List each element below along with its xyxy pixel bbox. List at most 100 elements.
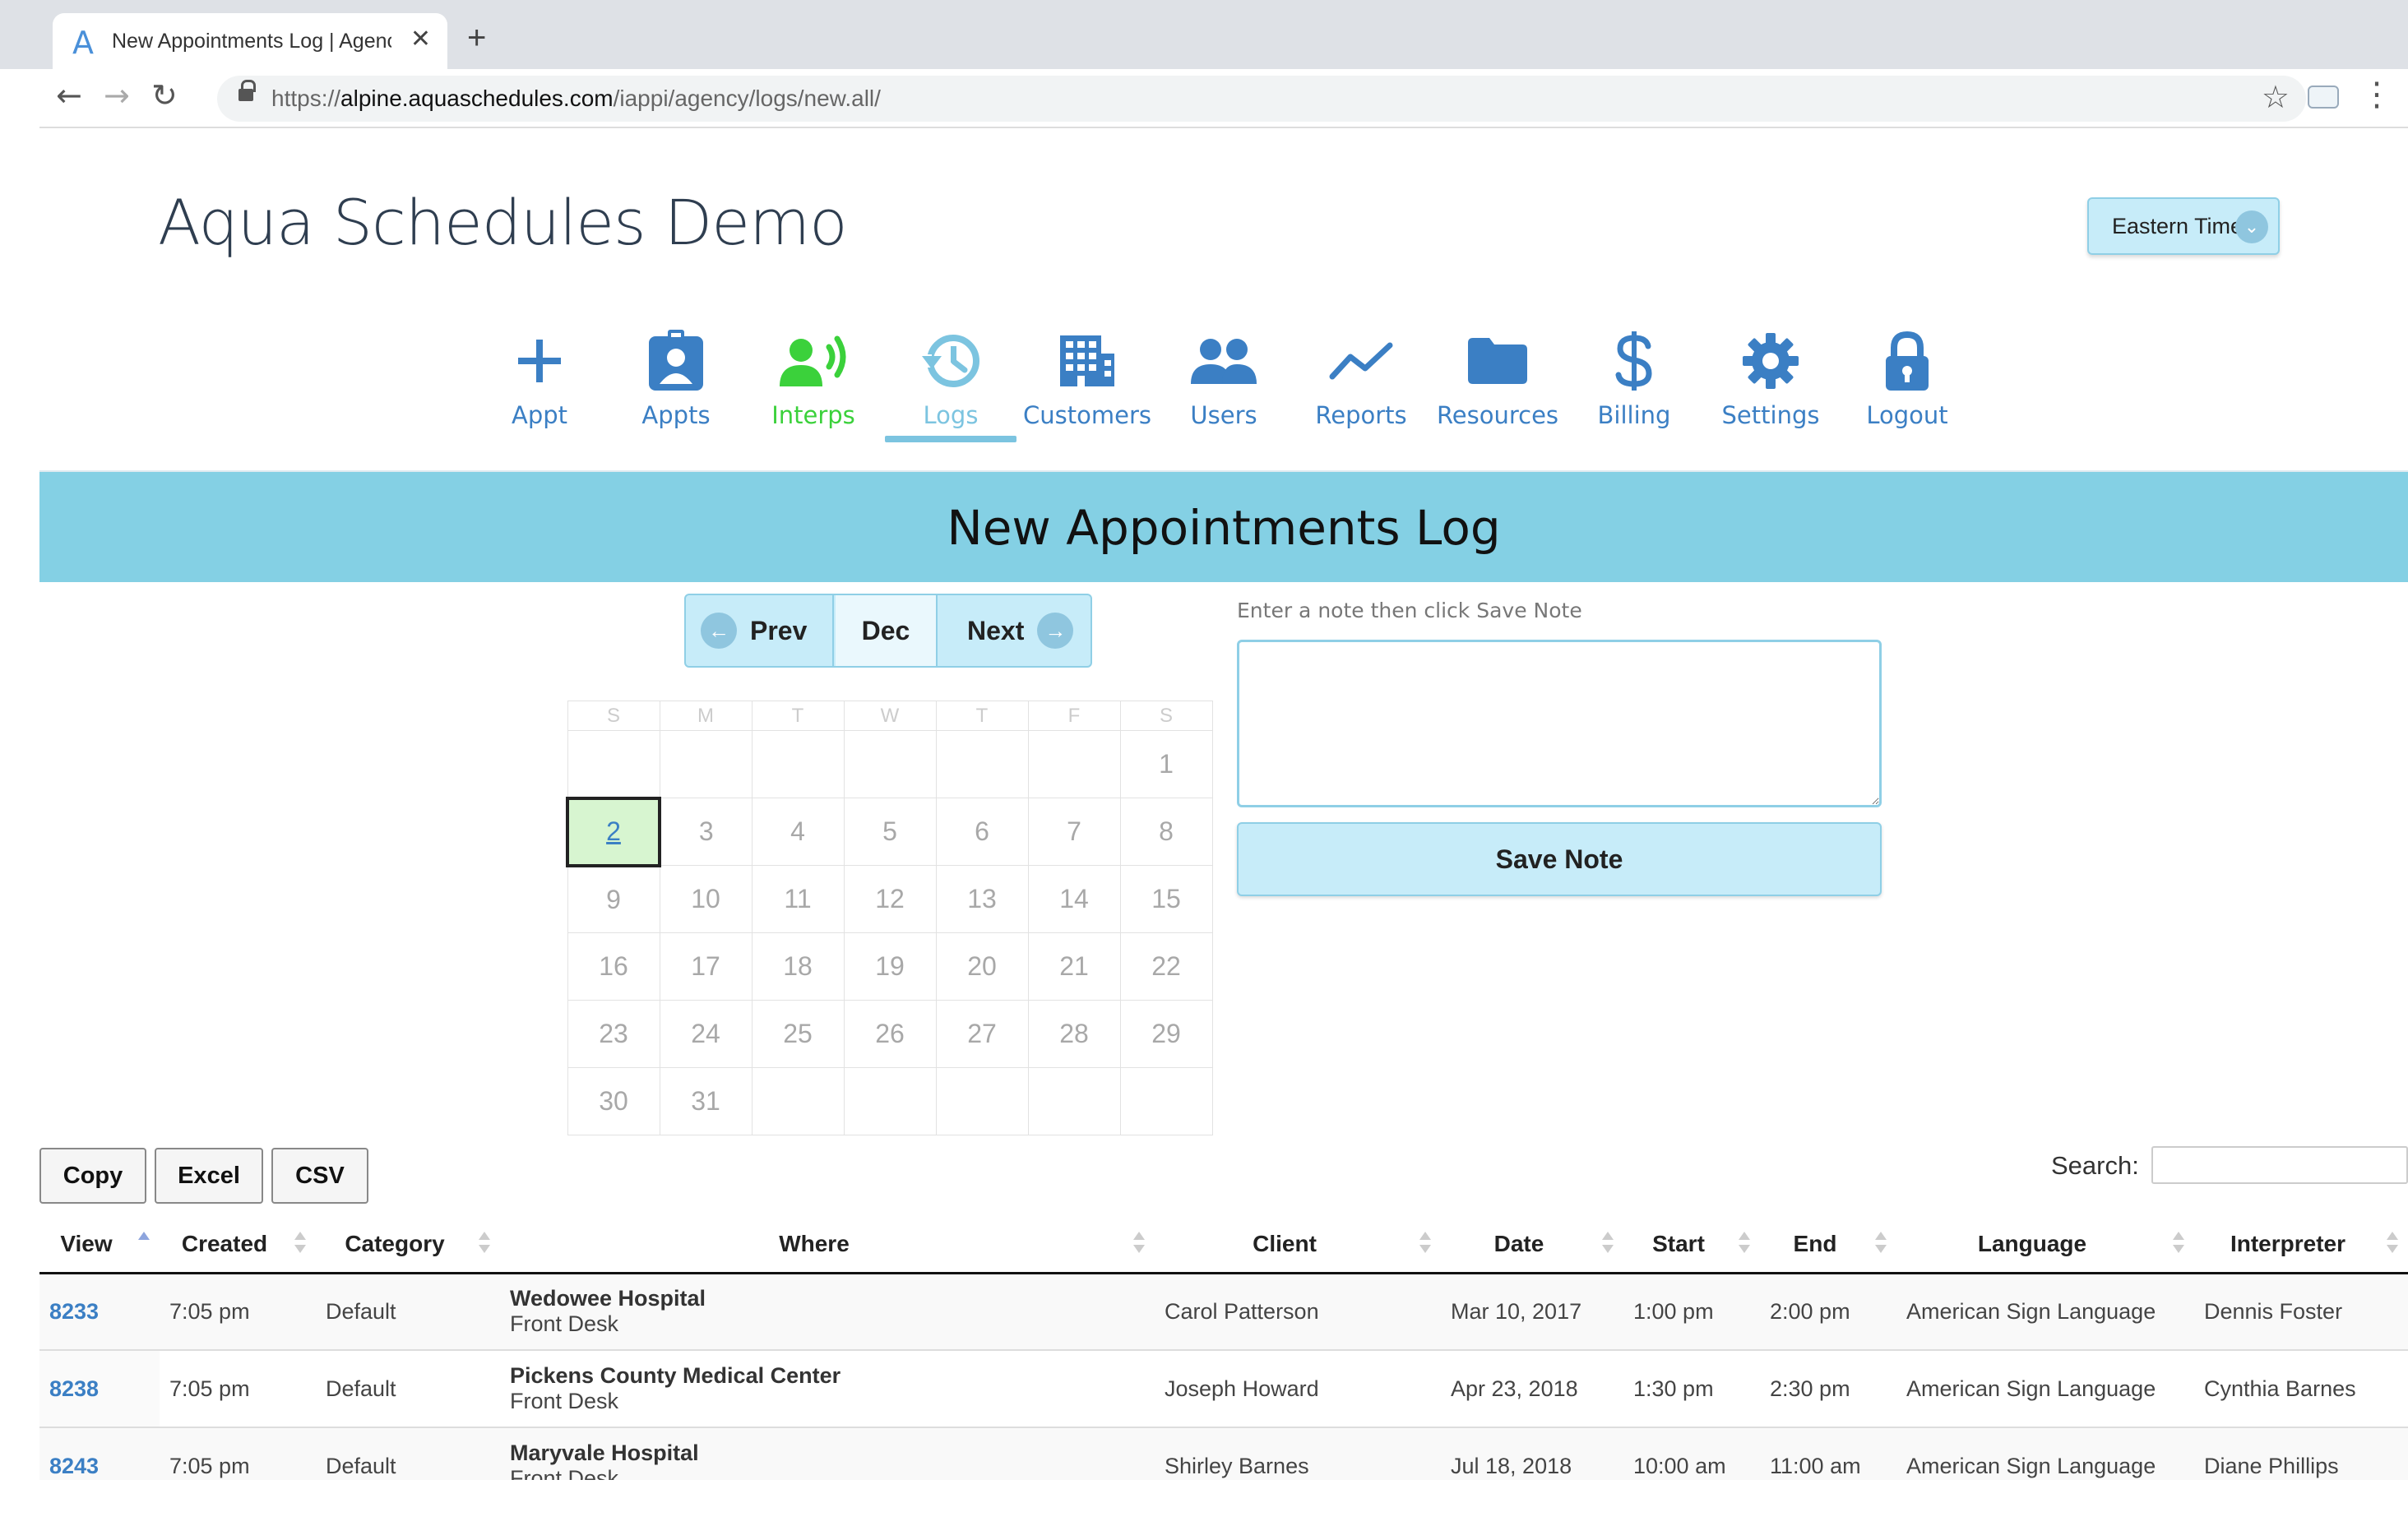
timezone-dropdown[interactable]: Eastern Time ⌄	[2087, 197, 2280, 255]
back-icon[interactable]: ←	[56, 77, 82, 113]
interpreter-icon	[743, 326, 883, 396]
calendar-day[interactable]: 12	[843, 865, 937, 933]
browser-menu-icon[interactable]: ⋮	[2360, 76, 2393, 113]
calendar-day[interactable]: 10	[659, 865, 752, 933]
nav-appts[interactable]: Appts	[606, 326, 746, 429]
calendar-day[interactable]: 28	[1027, 1000, 1121, 1068]
start-cell: 1:30 pm	[1623, 1350, 1760, 1428]
calendar-week: 16 17 18 19 20 21 22	[567, 932, 1213, 1001]
where-name: Maryvale Hospital	[510, 1440, 699, 1465]
calendar-day[interactable]: 24	[659, 1000, 752, 1068]
calendar-day[interactable]: 22	[1119, 932, 1213, 1001]
save-note-button[interactable]: Save Note	[1237, 822, 1882, 896]
nav-label: Logout	[1866, 401, 1948, 429]
reload-icon[interactable]: ↻	[151, 77, 178, 113]
csv-button[interactable]: CSV	[271, 1148, 368, 1204]
calendar-day[interactable]: 25	[751, 1000, 845, 1068]
client-cell: Joseph Howard	[1155, 1350, 1441, 1428]
calendar-day[interactable]: 31	[659, 1067, 752, 1135]
nav-customers[interactable]: Customers	[1017, 326, 1157, 429]
nav-settings[interactable]: Settings	[1701, 326, 1841, 429]
calendar-day[interactable]: 3	[659, 798, 752, 866]
created-cell: 7:05 pm	[160, 1350, 316, 1428]
column-header-client[interactable]: Client	[1155, 1217, 1441, 1274]
copy-button[interactable]: Copy	[39, 1148, 146, 1204]
forward-icon[interactable]: →	[104, 77, 130, 113]
arrow-right-icon: →	[1037, 613, 1074, 649]
current-month-button[interactable]: Dec	[836, 595, 938, 666]
nav-label: Appts	[641, 401, 711, 429]
month-calendar: S M T W T F S 1 2 3 4 5 6 7 8 9 10 11 12…	[566, 701, 1213, 1135]
nav-interps[interactable]: Interps	[743, 326, 883, 429]
nav-users[interactable]: Users	[1154, 326, 1294, 429]
calendar-day[interactable]: 18	[751, 932, 845, 1001]
calendar-day[interactable]: 19	[843, 932, 937, 1001]
close-tab-icon[interactable]: ✕	[410, 25, 431, 53]
browser-tab[interactable]: A New Appointments Log | Agency ✕	[53, 13, 447, 69]
column-header-date[interactable]: Date	[1441, 1217, 1623, 1274]
new-tab-icon[interactable]: +	[467, 20, 486, 57]
column-header-start[interactable]: Start	[1623, 1217, 1760, 1274]
next-month-button[interactable]: Next →	[939, 595, 1091, 666]
search-input[interactable]	[2151, 1146, 2408, 1184]
column-header-view[interactable]: View	[39, 1217, 160, 1274]
calendar-day[interactable]: 5	[843, 798, 937, 866]
app-favicon-icon: A	[72, 25, 94, 61]
nav-logs[interactable]: Logs	[881, 326, 1021, 429]
column-header-end[interactable]: End	[1760, 1217, 1896, 1274]
calendar-day[interactable]: 26	[843, 1000, 937, 1068]
calendar-week: 23 24 25 26 27 28 29	[567, 1000, 1213, 1068]
browser-tabstrip: A New Appointments Log | Agency ✕ +	[0, 0, 2408, 69]
column-header-language[interactable]: Language	[1896, 1217, 2194, 1274]
column-header-where[interactable]: Where	[500, 1217, 1155, 1274]
calendar-day[interactable]: 16	[567, 932, 660, 1001]
calendar-day[interactable]: 6	[935, 798, 1029, 866]
appointment-link[interactable]: 8233	[49, 1299, 99, 1324]
calendar-day[interactable]: 23	[567, 1000, 660, 1068]
calendar-day[interactable]: 17	[659, 932, 752, 1001]
address-bar[interactable]: https://alpine.aquaschedules.com/iappi/a…	[217, 76, 2306, 122]
calendar-day-selected[interactable]: 2	[566, 796, 661, 867]
nav-appt[interactable]: Appt	[470, 326, 609, 429]
calendar-day[interactable]: 27	[935, 1000, 1029, 1068]
column-header-interpreter[interactable]: Interpreter	[2194, 1217, 2408, 1274]
note-textarea[interactable]	[1237, 640, 1882, 807]
calendar-day[interactable]: 14	[1027, 865, 1121, 933]
nav-label: Reports	[1315, 401, 1407, 429]
timezone-label: Eastern Time	[2112, 214, 2244, 238]
calendar-day[interactable]: 11	[751, 865, 845, 933]
prev-month-button[interactable]: ← Prev	[686, 595, 834, 666]
users-icon	[1154, 326, 1294, 396]
bookmark-star-icon[interactable]: ☆	[2262, 79, 2290, 116]
calendar-day[interactable]: 20	[935, 932, 1029, 1001]
excel-button[interactable]: Excel	[155, 1148, 263, 1204]
calendar-day	[567, 730, 660, 798]
language-cell: American Sign Language	[1896, 1273, 2194, 1351]
calendar-day[interactable]: 9	[567, 865, 660, 933]
calendar-day[interactable]: 8	[1119, 798, 1213, 866]
page-header-band: New Appointments Log	[39, 470, 2408, 582]
nav-resources[interactable]: Resources	[1428, 326, 1568, 429]
calendar-day[interactable]: 29	[1119, 1000, 1213, 1068]
nav-billing[interactable]: Billing	[1564, 326, 1704, 429]
extension-icon[interactable]	[2308, 86, 2339, 109]
weekday-label: T	[935, 701, 1029, 731]
start-cell: 1:00 pm	[1623, 1273, 1760, 1351]
calendar-day[interactable]: 13	[935, 865, 1029, 933]
where-name: Pickens County Medical Center	[510, 1363, 841, 1388]
building-icon	[1017, 326, 1157, 396]
calendar-day	[935, 1067, 1029, 1135]
column-header-category[interactable]: Category	[316, 1217, 500, 1274]
appointment-link[interactable]: 8238	[49, 1376, 99, 1401]
nav-reports[interactable]: Reports	[1291, 326, 1431, 429]
nav-logout[interactable]: Logout	[1837, 326, 1977, 429]
calendar-day[interactable]: 30	[567, 1067, 660, 1135]
calendar-day[interactable]: 4	[751, 798, 845, 866]
column-header-created[interactable]: Created	[160, 1217, 316, 1274]
calendar-day[interactable]: 7	[1027, 798, 1121, 866]
calendar-day[interactable]: 1	[1119, 730, 1213, 798]
calendar-day[interactable]: 15	[1119, 865, 1213, 933]
nav-label: Appt	[511, 401, 568, 429]
appointment-link[interactable]: 8243	[49, 1454, 99, 1478]
calendar-day[interactable]: 21	[1027, 932, 1121, 1001]
